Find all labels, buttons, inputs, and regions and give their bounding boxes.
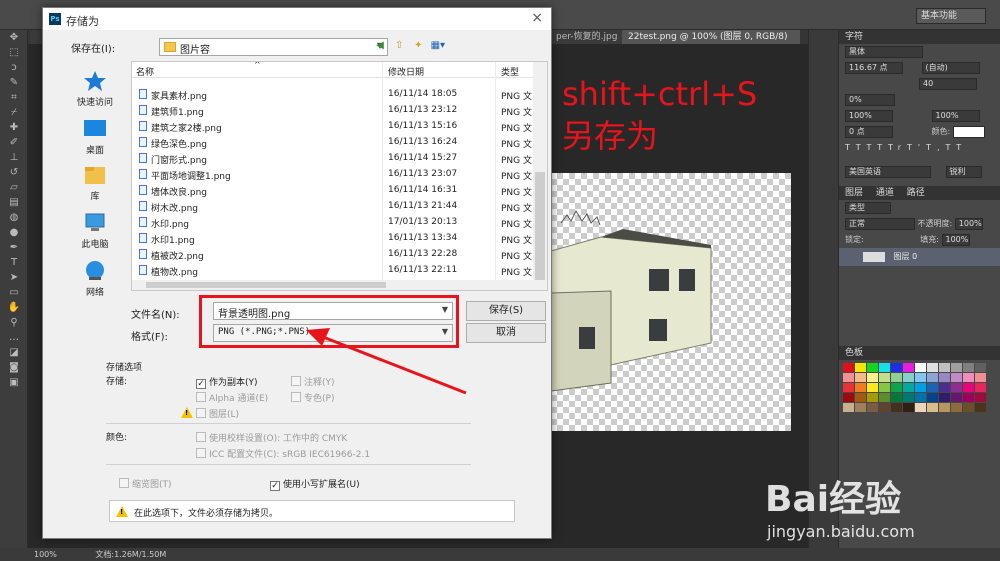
baidu-watermark: Bai经验 jingyan.baidu.com	[765, 470, 915, 541]
watermark-brand: Bai经验	[765, 479, 902, 520]
watermark-url: jingyan.baidu.com	[767, 522, 915, 541]
